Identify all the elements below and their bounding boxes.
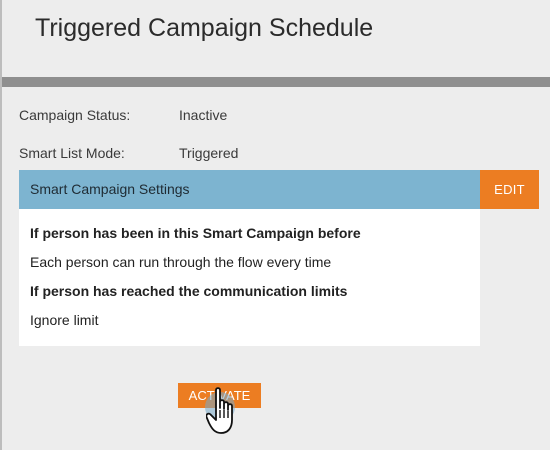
settings-limit-heading: If person has reached the communication …	[30, 283, 348, 299]
settings-title: Smart Campaign Settings	[30, 181, 190, 197]
smart-list-mode-label: Smart List Mode:	[19, 145, 125, 161]
hand-pointer-icon	[206, 387, 233, 434]
campaign-status-value: Inactive	[179, 107, 228, 123]
edit-button[interactable]: EDIT	[480, 170, 539, 209]
settings-panel: If person has been in this Smart Campaig…	[19, 209, 480, 346]
smart-list-mode-value: Triggered	[179, 145, 239, 161]
header-divider	[2, 77, 550, 87]
settings-limit-value: Ignore limit	[30, 312, 99, 328]
campaign-status-label: Campaign Status:	[19, 107, 131, 123]
settings-rule-heading: If person has been in this Smart Campaig…	[30, 225, 361, 241]
settings-rule-value: Each person can run through the flow eve…	[30, 254, 332, 270]
header: Triggered Campaign Schedule	[2, 0, 550, 77]
page-title: Triggered Campaign Schedule	[35, 14, 374, 42]
settings-header-bar: Smart Campaign Settings	[19, 170, 480, 209]
